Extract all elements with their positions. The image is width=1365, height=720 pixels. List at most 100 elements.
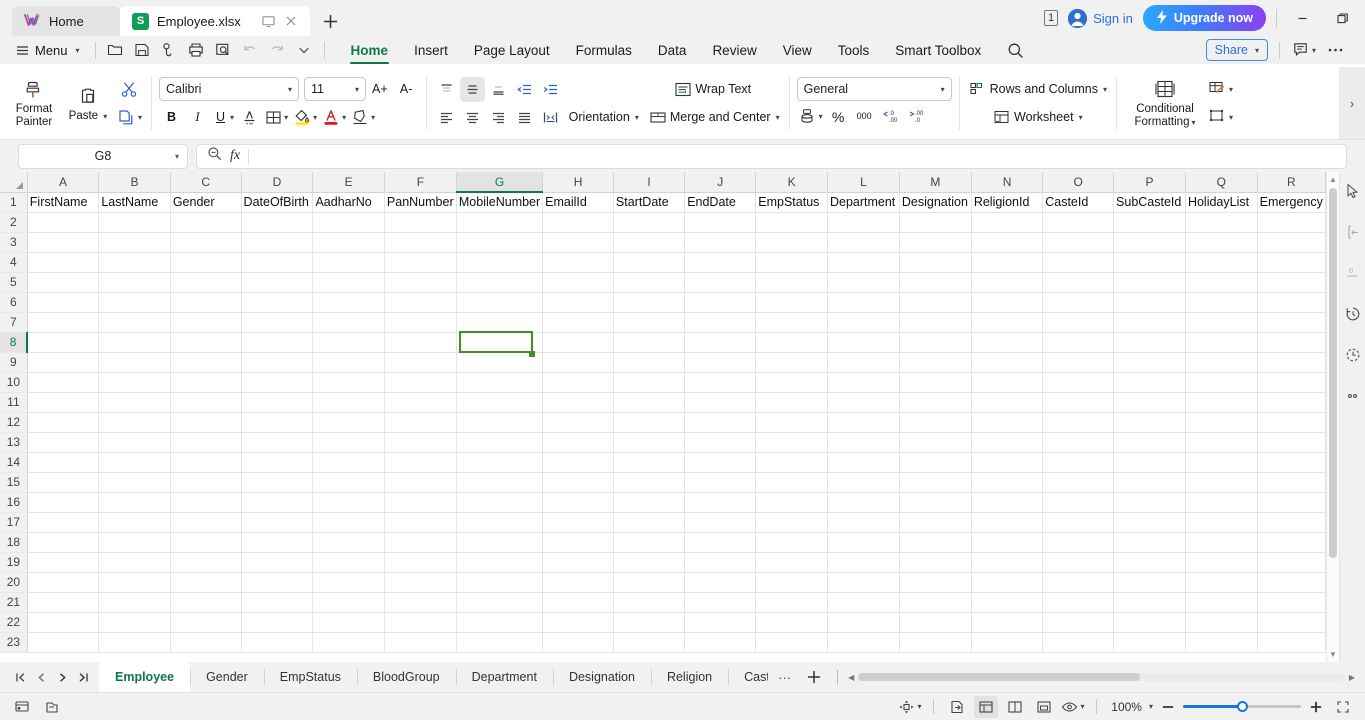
cell-J15[interactable] xyxy=(685,472,756,492)
cell-C9[interactable] xyxy=(170,352,241,372)
page-layout-icon[interactable] xyxy=(1003,696,1027,718)
row-header-13[interactable]: 13 xyxy=(0,432,27,452)
cell-Q17[interactable] xyxy=(1185,512,1257,532)
add-sheet-button[interactable] xyxy=(801,669,827,685)
cell-J18[interactable] xyxy=(685,532,756,552)
cell-R13[interactable] xyxy=(1257,432,1325,452)
scroll-left-button[interactable]: ◀ xyxy=(848,673,854,682)
comment-icon[interactable]: ▾ xyxy=(1291,38,1318,62)
cell-F15[interactable] xyxy=(384,472,456,492)
cell-J19[interactable] xyxy=(685,552,756,572)
tab-smart-toolbox[interactable]: Smart Toolbox xyxy=(882,36,994,64)
cell-P18[interactable] xyxy=(1114,532,1186,552)
cell-D16[interactable] xyxy=(241,492,313,512)
cell-F17[interactable] xyxy=(384,512,456,532)
cell-M22[interactable] xyxy=(899,612,971,632)
cell-I10[interactable] xyxy=(613,372,684,392)
share-button[interactable]: Share ▾ xyxy=(1206,39,1268,61)
cell-M4[interactable] xyxy=(899,252,971,272)
column-header-L[interactable]: L xyxy=(827,172,899,192)
redo-icon[interactable] xyxy=(265,39,290,62)
row-header-2[interactable]: 2 xyxy=(0,212,27,232)
column-header-K[interactable]: K xyxy=(756,172,828,192)
cell-L11[interactable] xyxy=(827,392,899,412)
cell-H12[interactable] xyxy=(543,412,614,432)
cell-I16[interactable] xyxy=(613,492,684,512)
cell-L5[interactable] xyxy=(827,272,899,292)
cell-K5[interactable] xyxy=(756,272,828,292)
row-header-17[interactable]: 17 xyxy=(0,512,27,532)
cell-H7[interactable] xyxy=(543,312,614,332)
cell-Q4[interactable] xyxy=(1185,252,1257,272)
cell-M23[interactable] xyxy=(899,632,971,652)
cell-J3[interactable] xyxy=(685,232,756,252)
cell-K19[interactable] xyxy=(756,552,828,572)
chevron-down-icon[interactable]: ▾ xyxy=(1149,702,1153,711)
cell-L4[interactable] xyxy=(827,252,899,272)
cell-P7[interactable] xyxy=(1114,312,1186,332)
increase-decimal-button[interactable]: .0.00 xyxy=(878,104,903,129)
cell-F2[interactable] xyxy=(384,212,456,232)
cell-B5[interactable] xyxy=(99,272,171,292)
cell-J10[interactable] xyxy=(685,372,756,392)
cell-E13[interactable] xyxy=(313,432,384,452)
cell-D14[interactable] xyxy=(241,452,313,472)
cell-M17[interactable] xyxy=(899,512,971,532)
tab-data[interactable]: Data xyxy=(645,36,700,64)
cell-P2[interactable] xyxy=(1114,212,1186,232)
row-header-22[interactable]: 22 xyxy=(0,612,27,632)
cell-H2[interactable] xyxy=(543,212,614,232)
cell-A19[interactable] xyxy=(27,552,99,572)
cell-E7[interactable] xyxy=(313,312,384,332)
cell-A3[interactable] xyxy=(27,232,99,252)
cell-P6[interactable] xyxy=(1114,292,1186,312)
decrease-font-size-button[interactable]: A- xyxy=(394,77,419,102)
cell-C16[interactable] xyxy=(170,492,241,512)
cell-A10[interactable] xyxy=(27,372,99,392)
cell-R10[interactable] xyxy=(1257,372,1325,392)
cell-O18[interactable] xyxy=(1043,532,1114,552)
cell-E3[interactable] xyxy=(313,232,384,252)
cell-M18[interactable] xyxy=(899,532,971,552)
zoom-knob[interactable] xyxy=(1237,701,1248,712)
cell-F22[interactable] xyxy=(384,612,456,632)
new-tab-button[interactable] xyxy=(316,7,344,35)
cell-I18[interactable] xyxy=(613,532,684,552)
cell-A11[interactable] xyxy=(27,392,99,412)
eye-view-icon[interactable]: ▾ xyxy=(1061,696,1085,718)
row-header-1[interactable]: 1 xyxy=(0,192,27,212)
column-header-J[interactable]: J xyxy=(685,172,756,192)
cell-E22[interactable] xyxy=(313,612,384,632)
restore-button[interactable] xyxy=(1327,5,1357,31)
cell-D20[interactable] xyxy=(241,572,313,592)
cell-C17[interactable] xyxy=(170,512,241,532)
cell-K10[interactable] xyxy=(756,372,828,392)
bold-button[interactable]: B xyxy=(159,105,184,130)
cell-P23[interactable] xyxy=(1114,632,1186,652)
cell-L21[interactable] xyxy=(827,592,899,612)
cell-I11[interactable] xyxy=(613,392,684,412)
cell-G11[interactable] xyxy=(456,392,542,412)
cell-Q1[interactable]: HolidayList xyxy=(1185,192,1257,212)
cell-O11[interactable] xyxy=(1043,392,1114,412)
cell-N10[interactable] xyxy=(971,372,1042,392)
cell-P13[interactable] xyxy=(1114,432,1186,452)
cell-G3[interactable] xyxy=(456,232,542,252)
cell-K16[interactable] xyxy=(756,492,828,512)
cell-B11[interactable] xyxy=(99,392,171,412)
cell-P19[interactable] xyxy=(1114,552,1186,572)
column-header-H[interactable]: H xyxy=(543,172,614,192)
cell-E16[interactable] xyxy=(313,492,384,512)
cell-F12[interactable] xyxy=(384,412,456,432)
cell-M15[interactable] xyxy=(899,472,971,492)
cell-J1[interactable]: EndDate xyxy=(685,192,756,212)
cell-Q13[interactable] xyxy=(1185,432,1257,452)
cell-N9[interactable] xyxy=(971,352,1042,372)
cell-P20[interactable] xyxy=(1114,572,1186,592)
cell-K12[interactable] xyxy=(756,412,828,432)
cell-F7[interactable] xyxy=(384,312,456,332)
row-header-10[interactable]: 10 xyxy=(0,372,27,392)
cell-F14[interactable] xyxy=(384,452,456,472)
cell-L7[interactable] xyxy=(827,312,899,332)
cell-N5[interactable] xyxy=(971,272,1042,292)
